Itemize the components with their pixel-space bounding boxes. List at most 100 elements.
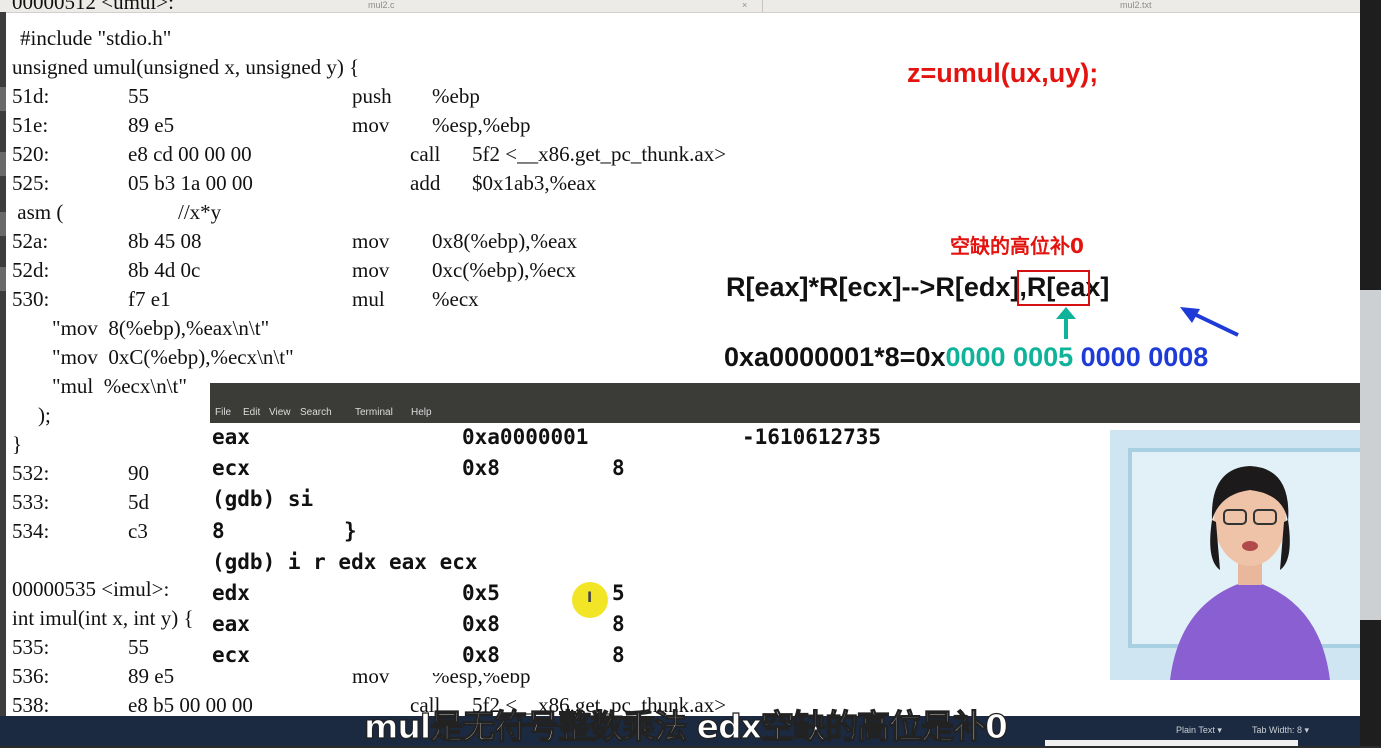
- code-token: %ecx: [432, 287, 479, 311]
- code-token: 525:: [12, 171, 50, 195]
- code-token: $0x1ab3,%eax: [472, 171, 597, 195]
- code-token: 55: [128, 84, 149, 108]
- annotation-arrows: [1056, 307, 1239, 339]
- code-token: 538:: [12, 693, 50, 717]
- code-token: mov: [352, 258, 390, 282]
- annotation-note: 空缺的高位补0: [950, 234, 1084, 258]
- code-token: #include "stdio.h": [20, 26, 172, 50]
- terminal-titlebar[interactable]: [210, 383, 1360, 405]
- code-token: 533:: [12, 490, 50, 514]
- video-subtitle: mul是无符号整数乘法 edx空缺的高位是补0: [363, 706, 1008, 746]
- tab-close-icon[interactable]: ×: [742, 0, 747, 12]
- terminal-menu-view[interactable]: View: [269, 407, 291, 418]
- code-token: 89 e5: [128, 664, 175, 688]
- terminal-token: 8: [612, 456, 625, 481]
- code-line-cut: 00000512 <umul>:: [12, 0, 174, 14]
- presenter-video: [1110, 430, 1360, 680]
- terminal-token: 0x8: [462, 643, 500, 668]
- code-token: 52a:: [12, 229, 49, 253]
- code-token: 52d:: [12, 258, 50, 282]
- launcher-sidebar: [0, 12, 6, 746]
- terminal-token: ecx: [212, 643, 250, 668]
- code-token: 532:: [12, 461, 50, 485]
- tab-mul2-c[interactable]: mul2.c: [368, 0, 395, 12]
- code-token: e8 cd 00 00 00: [128, 142, 252, 166]
- code-token: 0xc(%ebp),%ecx: [432, 258, 577, 282]
- code-token: 00000535 <imul>:: [12, 577, 170, 601]
- code-token: 90: [128, 461, 149, 485]
- terminal-token: (gdb) i r edx eax ecx: [212, 549, 478, 574]
- code-token: 5f2 <__x86.get_pc_thunk.ax>: [472, 142, 727, 166]
- terminal-token: (gdb) si: [212, 487, 314, 512]
- code-token: 534:: [12, 519, 50, 543]
- terminal-token: 5: [612, 581, 625, 605]
- code-token: 89 e5: [128, 113, 175, 137]
- blue-arrow-icon: [1180, 307, 1239, 337]
- green-arrow-icon: [1056, 307, 1076, 339]
- code-token: "mov 0xC(%ebp),%ecx\n\t": [52, 345, 294, 369]
- tab-mul2-txt[interactable]: mul2.txt: [1120, 0, 1152, 12]
- annotation-title: z=umul(ux,uy);: [907, 58, 1099, 88]
- terminal-token: }: [344, 518, 357, 543]
- tab-width-selector[interactable]: Tab Width: 8 ▾: [1252, 725, 1309, 736]
- terminal-token: eax: [212, 612, 250, 637]
- syntax-selector[interactable]: Plain Text ▾: [1176, 725, 1222, 736]
- terminal-token: 0xa0000001: [462, 425, 589, 449]
- terminal-menu-terminal[interactable]: Terminal: [355, 407, 393, 418]
- annotation-hex-result: 0xa0000001*8=0x0000 0005 0000 0008: [724, 342, 1208, 373]
- terminal-token: eax: [212, 425, 250, 449]
- launcher-icon[interactable]: [0, 267, 6, 291]
- code-token: e8 b5 00 00 00: [128, 693, 253, 717]
- code-token: );: [38, 403, 51, 427]
- code-token: 535:: [12, 635, 50, 659]
- hex-prefix: 0xa0000001*8=0x: [724, 342, 946, 372]
- code-token: int imul(int x, int y) {: [12, 606, 194, 630]
- terminal-token: 0x5: [462, 581, 500, 605]
- launcher-icon[interactable]: [0, 87, 6, 111]
- code-token: 55: [128, 635, 149, 659]
- code-token: 8b 4d 0c: [128, 258, 201, 282]
- code-token: 8b 45 08: [128, 229, 202, 253]
- code-token: 530:: [12, 287, 50, 311]
- code-token: 520:: [12, 142, 50, 166]
- code-token: mul: [352, 287, 385, 311]
- terminal-menu-file[interactable]: File: [215, 407, 231, 418]
- code-token: 51d:: [12, 84, 50, 108]
- code-token: %esp,%ebp: [432, 113, 531, 137]
- formula-edx: [edx]: [954, 272, 1020, 302]
- code-token: 0x8(%ebp),%eax: [432, 229, 578, 253]
- terminal-menu-help[interactable]: Help: [411, 407, 432, 418]
- edx-highlight-box: [1017, 270, 1090, 306]
- code-token: push: [352, 84, 392, 108]
- terminal-token: edx: [212, 581, 250, 605]
- terminal-token: 8: [212, 518, 225, 543]
- code-token: 5d: [128, 490, 149, 514]
- editor-tab-bar: mul2.c × mul2.txt: [0, 0, 1360, 13]
- terminal-token: 0x8: [462, 456, 500, 481]
- code-token: "mul %ecx\n\t": [52, 374, 187, 398]
- terminal-token: 0x8: [462, 612, 500, 637]
- terminal-token: 8: [612, 612, 625, 637]
- text-cursor-icon: I: [587, 590, 593, 606]
- code-token: mov: [352, 113, 390, 137]
- code-token: "mov 8(%ebp),%eax\n\t": [52, 316, 270, 340]
- launcher-icon[interactable]: [0, 212, 6, 236]
- text-editor-window: mul2.c × mul2.txt 00000512 <umul>: #incl…: [0, 0, 1360, 747]
- code-token: %ebp: [432, 84, 480, 108]
- terminal-token: -1610612735: [742, 425, 882, 449]
- hex-high-word: 0000 0005: [945, 342, 1074, 372]
- code-token: call: [410, 142, 441, 166]
- formula-part: R[eax]*R[ecx]-->R: [726, 272, 955, 302]
- code-token: 51e:: [12, 113, 49, 137]
- right-edge-panel: [1360, 290, 1381, 620]
- terminal-menu-search[interactable]: Search: [300, 407, 332, 418]
- launcher-icon[interactable]: [0, 152, 6, 176]
- code-token: f7 e1: [128, 287, 171, 311]
- code-token: unsigned umul(unsigned x, unsigned y) {: [12, 55, 360, 79]
- status-strip: [1045, 740, 1298, 746]
- code-token: asm (: [12, 200, 64, 224]
- terminal-menu-edit[interactable]: Edit: [243, 407, 260, 418]
- tab-divider: [762, 0, 763, 12]
- code-token: //x*y: [178, 200, 222, 224]
- code-token: 536:: [12, 664, 50, 688]
